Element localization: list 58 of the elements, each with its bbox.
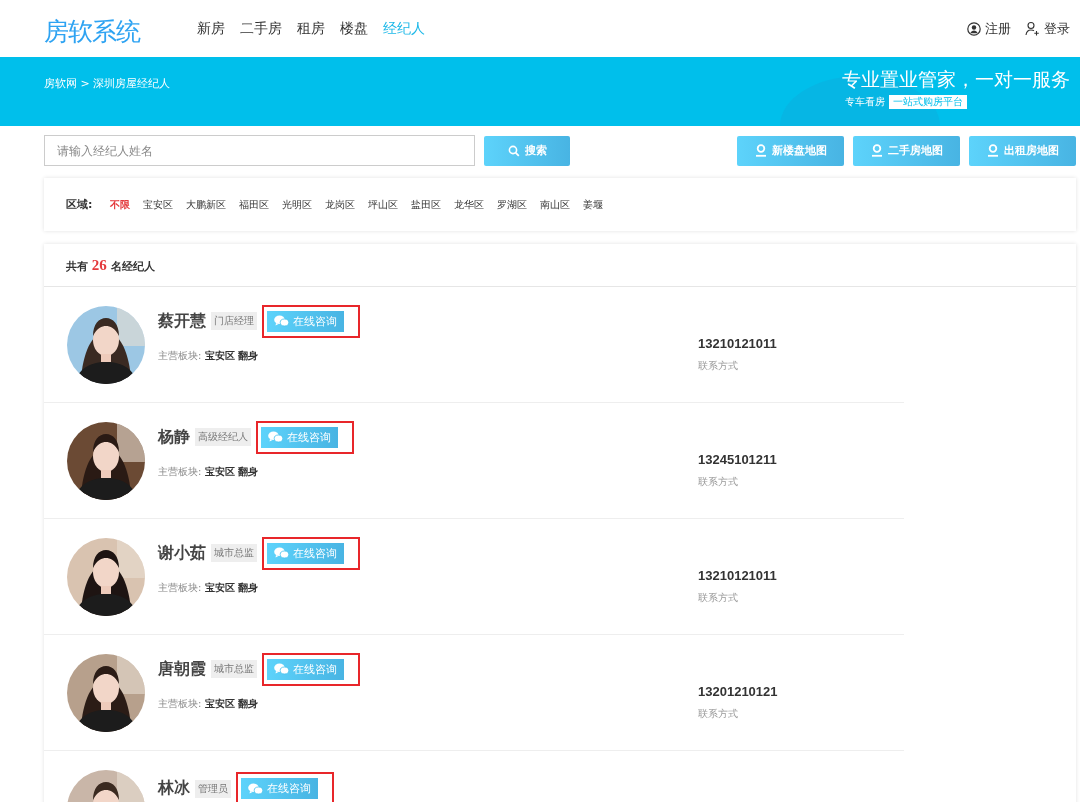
zone-link[interactable]: 南山区 xyxy=(540,197,571,212)
banner-subtitle: 专车看房 xyxy=(845,95,885,109)
zone-link[interactable]: 罗湖区 xyxy=(497,197,528,212)
zone-link[interactable]: 光明区 xyxy=(282,197,313,212)
chat-bubbles-icon xyxy=(274,315,289,327)
agent-role-tag: 城市总监 xyxy=(211,660,257,678)
contact-label: 联系方式 xyxy=(698,359,739,373)
agent-role-tag: 城市总监 xyxy=(211,544,257,562)
zone-link[interactable]: 福田区 xyxy=(239,197,270,212)
phone-number: 13245101211 xyxy=(698,452,777,467)
nav-link[interactable]: 楼盘 xyxy=(340,19,368,38)
location-pin-icon xyxy=(870,144,883,157)
main-area-text: 主营板块: 宝安区 翻身 xyxy=(158,464,260,479)
zone-link[interactable]: 坪山区 xyxy=(368,197,399,212)
zone-link[interactable]: 姜堰 xyxy=(583,197,604,212)
contact-label: 联系方式 xyxy=(698,707,739,721)
zone-link[interactable]: 盐田区 xyxy=(411,197,442,212)
contact-label: 联系方式 xyxy=(698,475,739,489)
breadcrumb: 房软网 > 深圳房屋经纪人 xyxy=(44,76,171,92)
agent-role-tag: 高级经纪人 xyxy=(195,428,251,446)
login-link[interactable]: 登录 xyxy=(1025,19,1070,38)
main-area-text: 主营板块: 宝安区 翻身 xyxy=(158,348,260,363)
nav-link[interactable]: 租房 xyxy=(297,19,325,38)
banner-slogan: 专业置业管家，一对一服务 xyxy=(842,67,1070,92)
filter-label: 区域: xyxy=(66,197,93,212)
nav-link[interactable]: 二手房 xyxy=(240,19,282,38)
search-field[interactable]: 请输入经纪人姓名 xyxy=(44,135,475,166)
agent-name: 唐朝霞 xyxy=(158,658,206,680)
phone-number: 13201210121 xyxy=(698,684,778,699)
chat-bubbles-icon xyxy=(274,663,289,675)
agent-name: 谢小茹 xyxy=(158,542,206,564)
main-area-text: 主营板块: 宝安区 翻身 xyxy=(158,580,260,595)
user-add-icon xyxy=(1025,21,1040,36)
agent-name: 杨静 xyxy=(158,426,190,448)
chat-bubbles-icon xyxy=(274,547,289,559)
agent-role-tag: 管理员 xyxy=(195,779,231,798)
phone-number: 13210121011 xyxy=(698,336,777,351)
user-circle-icon xyxy=(967,21,981,36)
zone-link[interactable]: 宝安区 xyxy=(143,197,174,212)
zone-link[interactable]: 大鹏新区 xyxy=(186,197,227,212)
contact-label: 联系方式 xyxy=(698,591,739,605)
phone-number: 13210121011 xyxy=(698,568,777,583)
nav-link[interactable]: 新房 xyxy=(197,19,225,38)
register-link[interactable]: 注册 xyxy=(967,19,1011,38)
agent-role-tag: 门店经理 xyxy=(211,312,257,330)
zone-link[interactable]: 龙华区 xyxy=(454,197,485,212)
location-pin-icon xyxy=(986,144,999,157)
main-area-text: 主营板块: 宝安区 翻身 xyxy=(158,696,260,711)
agent-name: 蔡开慧 xyxy=(158,310,206,332)
banner-tag: 一站式购房平台 xyxy=(889,95,967,109)
chat-bubbles-icon xyxy=(248,782,263,795)
agent-name: 林冰 xyxy=(158,778,190,799)
search-icon xyxy=(507,144,520,157)
chat-bubbles-icon xyxy=(268,431,283,443)
zone-link[interactable]: 不限 xyxy=(110,197,131,212)
agent-count-text: 共有 26 名经纪人 xyxy=(66,256,155,274)
location-pin-icon xyxy=(754,144,767,157)
zone-link[interactable]: 龙岗区 xyxy=(325,197,356,212)
